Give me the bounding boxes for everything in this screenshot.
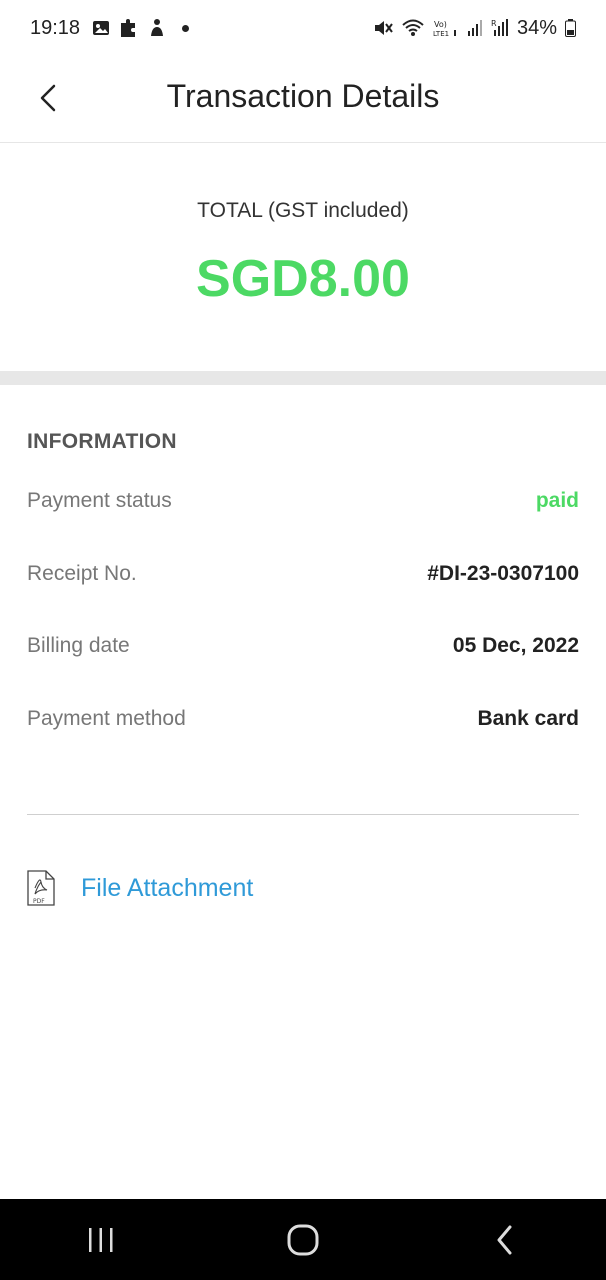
- payment-method: Bank card: [477, 707, 579, 730]
- divider: [27, 814, 579, 815]
- pdf-file-icon: PDF: [27, 870, 55, 906]
- puzzle-icon: [118, 17, 140, 39]
- info-row-payment-method: Payment method Bank card: [27, 704, 579, 734]
- svg-text:Vo): Vo): [434, 20, 447, 29]
- volte-icon: Vo) LTE1: [433, 18, 459, 38]
- status-right: Vo) LTE1 R 34%: [373, 17, 576, 40]
- accessibility-icon: [148, 18, 166, 38]
- total-section: TOTAL (GST included) SGD8.00: [0, 143, 606, 371]
- file-attachment-label: File Attachment: [81, 873, 254, 902]
- battery-percent: 34%: [516, 16, 557, 39]
- section-divider: [0, 371, 606, 385]
- status-time: 19:18: [30, 16, 81, 39]
- gallery-icon: [92, 19, 110, 37]
- home-button[interactable]: [273, 1210, 333, 1270]
- recent-apps-button[interactable]: [71, 1210, 131, 1270]
- status-badge: paid: [535, 489, 579, 512]
- status-left: 19:18: [30, 16, 190, 40]
- file-attachment-link[interactable]: PDF File Attachment: [27, 868, 253, 908]
- info-row-billing-date: Billing date 05 Dec, 2022: [27, 631, 579, 661]
- system-nav-bar: [0, 1199, 606, 1280]
- app-header: Transaction Details: [0, 56, 606, 143]
- svg-text:LTE1: LTE1: [433, 30, 449, 38]
- info-label: Billing date: [27, 634, 130, 657]
- total-amount: SGD8.00: [196, 250, 410, 308]
- info-label: Payment method: [27, 707, 186, 730]
- info-row-receipt-no: Receipt No. #DI-23-0307100: [27, 559, 579, 589]
- system-back-button[interactable]: [475, 1210, 535, 1270]
- wifi-icon: [401, 18, 425, 38]
- svg-text:R: R: [491, 19, 497, 28]
- recent-apps-icon: [89, 1227, 113, 1252]
- battery-icon: [565, 19, 576, 37]
- information-title: INFORMATION: [27, 430, 177, 453]
- mute-icon: [373, 19, 393, 37]
- total-label: TOTAL (GST included): [197, 199, 409, 222]
- signal-icon: [467, 19, 483, 37]
- svg-text:PDF: PDF: [33, 898, 45, 905]
- home-icon: [287, 1224, 319, 1255]
- info-label: Payment status: [27, 489, 172, 512]
- signal-roaming-icon: R: [491, 18, 509, 38]
- info-row-payment-status: Payment status paid: [27, 486, 579, 516]
- info-label: Receipt No.: [27, 562, 137, 585]
- back-icon: [497, 1225, 512, 1254]
- page-title: Transaction Details: [166, 78, 440, 114]
- notification-dot-icon: [182, 24, 190, 32]
- status-bar: 19:18 Vo) LTE1 R 34%: [0, 0, 606, 56]
- billing-date: 05 Dec, 2022: [452, 634, 579, 657]
- receipt-number: #DI-23-0307100: [427, 562, 579, 585]
